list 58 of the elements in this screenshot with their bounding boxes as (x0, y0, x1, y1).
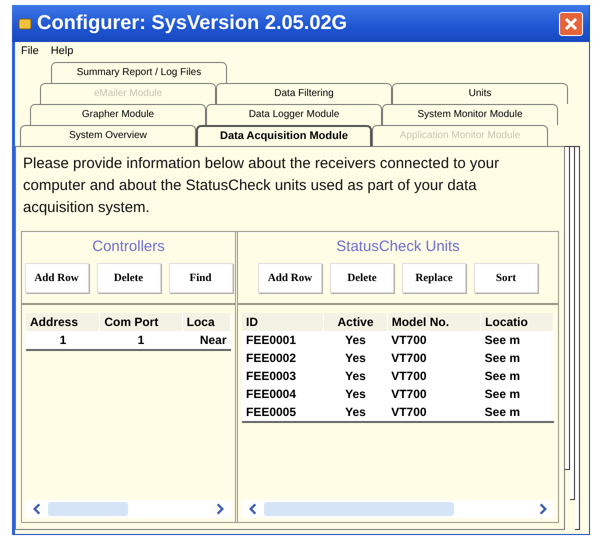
column-header[interactable]: Com Port (100, 313, 182, 331)
toolbar-button[interactable]: Replace (402, 263, 466, 293)
toolbar-button[interactable]: Add Row (258, 263, 322, 293)
table-cell: FEE0002 (242, 349, 324, 367)
toolbar-button[interactable]: Sort (474, 263, 538, 293)
table-cell: FEE0003 (242, 367, 324, 385)
table-cell: 1 (100, 331, 182, 350)
table-cell: Yes (324, 403, 388, 422)
section-title: StatusCheck Units (335, 237, 461, 257)
close-button[interactable] (559, 12, 583, 36)
table-cell: Yes (324, 385, 388, 403)
tab[interactable]: System Overview (20, 125, 196, 146)
toolbar-button[interactable]: Add Row (24, 263, 88, 293)
column-header[interactable]: ID (242, 313, 324, 331)
table-cell: See m (480, 367, 554, 385)
instructions-text: Please provide information below about the receivers connected to your computer and about the StatusCheck units used as part of your data acquisition system. (23, 154, 500, 218)
table-cell: 1 (26, 331, 100, 350)
table-cell: Yes (324, 331, 388, 349)
column-header[interactable]: Locatio (480, 313, 554, 331)
toolbar-button[interactable]: Delete (96, 263, 160, 293)
tab[interactable]: System Monitor Module (382, 104, 558, 125)
tab[interactable]: Summary Report / Log Files (51, 62, 227, 83)
table-cell: FEE0001 (242, 331, 324, 349)
scroll-thumb[interactable] (264, 502, 454, 516)
column-header[interactable]: Model No. (387, 313, 481, 331)
column-header[interactable]: Address (26, 313, 100, 331)
tab[interactable]: Data Logger Module (206, 104, 382, 125)
table-cell: Yes (324, 349, 388, 367)
menu-item[interactable]: File (21, 45, 39, 59)
close-icon (563, 16, 579, 32)
table-cell: FEE0004 (242, 385, 324, 403)
table-cell: VT700 (387, 331, 481, 349)
tab[interactable]: Units (392, 83, 568, 104)
table-cell: VT700 (387, 385, 481, 403)
scroll-thumb[interactable] (48, 502, 128, 516)
table-cell: See m (480, 403, 554, 422)
horizontal-scrollbar[interactable] (242, 500, 554, 518)
window-title: Configurer: SysVersion 2.05.02G (37, 12, 348, 35)
tab[interactable]: Data Filtering (216, 83, 392, 104)
table-cell: See m (480, 385, 554, 403)
column-header[interactable]: Active (324, 313, 388, 331)
table-cell: Near (182, 331, 230, 350)
table-cell: VT700 (387, 367, 481, 385)
table-cell: Yes (324, 367, 388, 385)
menu-item[interactable]: Help (50, 45, 74, 59)
toolbar-button[interactable]: Delete (330, 263, 394, 293)
tab[interactable]: Grapher Module (30, 104, 206, 125)
table-cell: VT700 (387, 349, 481, 367)
table-cell: See m (480, 349, 554, 367)
column-header[interactable]: Loca (182, 313, 230, 331)
app-icon (18, 16, 32, 30)
table-cell: See m (480, 331, 554, 349)
section-title: Controllers (91, 237, 166, 257)
toolbar-button[interactable]: Find (168, 263, 232, 293)
table-cell: FEE0005 (242, 403, 324, 422)
horizontal-scrollbar[interactable] (26, 500, 231, 518)
table-cell: VT700 (387, 403, 481, 422)
tab[interactable]: Data Acquisition Module (196, 125, 372, 146)
